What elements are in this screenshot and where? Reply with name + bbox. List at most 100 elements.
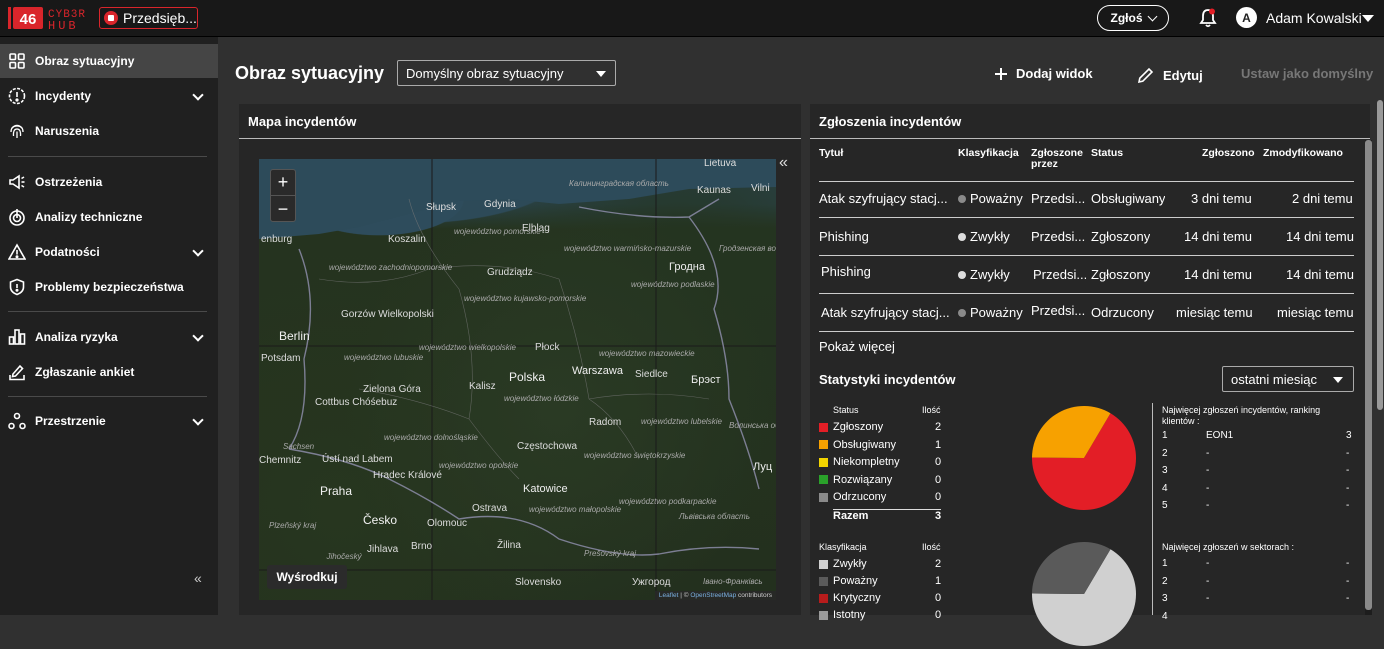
- incidents-scrollbar-thumb[interactable]: [1365, 140, 1372, 610]
- classification-label: Poważny: [970, 191, 1023, 206]
- ranking-name: -: [1206, 482, 1210, 494]
- sidebar-item-label: Analizy techniczne: [35, 210, 143, 224]
- legend-value: 0: [935, 473, 942, 486]
- ranking-value: 3: [1346, 430, 1352, 441]
- sidebar-collapse-icon[interactable]: «: [194, 570, 202, 586]
- status-pie-chart: [1032, 406, 1136, 510]
- legend-label: Istotny: [833, 609, 866, 621]
- column-header-title[interactable]: Tytuł: [819, 148, 843, 159]
- sidebar-item-vulnerabilities[interactable]: Podatności: [0, 235, 218, 269]
- zoom-in-button[interactable]: +: [271, 170, 295, 196]
- incident-map[interactable]: Lietuva Kaunas Vilni Калининградская обл…: [259, 159, 776, 600]
- map-label: Ostrava: [472, 503, 508, 514]
- map-label: Siedlce: [635, 369, 668, 380]
- map-label: województwo mazowieckie: [599, 349, 695, 358]
- period-select[interactable]: ostatni miesiąc: [1222, 366, 1354, 392]
- sidebar-item-surveys[interactable]: Zgłaszanie ankiet: [0, 355, 218, 389]
- ranking-position: 1: [1162, 558, 1168, 569]
- ranking-value: -: [1346, 482, 1350, 494]
- openstreetmap-link[interactable]: OpenStreetMap: [690, 592, 736, 599]
- incident-modified: miesiąc temu: [1277, 305, 1354, 320]
- cyberhub-logo[interactable]: 46 CYB3R HUB: [6, 5, 94, 33]
- column-header-modified[interactable]: Zmodyfikowano: [1263, 148, 1343, 159]
- incident-title[interactable]: Phishing: [819, 229, 951, 244]
- legend-label: Poważny: [833, 575, 878, 587]
- status-total-value: 3: [935, 510, 942, 522]
- sidebar-item-technical-analyses[interactable]: Analizy techniczne: [0, 200, 218, 234]
- map-label: Львівська область: [679, 512, 750, 521]
- incident-modified: 14 dni temu: [1286, 229, 1354, 244]
- user-menu-caret-icon[interactable]: [1362, 15, 1374, 22]
- report-dropdown-button[interactable]: Zgłoś: [1097, 5, 1169, 31]
- map-label: Słupsk: [426, 202, 457, 213]
- chevron-down-icon[interactable]: [192, 89, 204, 101]
- classification-dot: [958, 232, 966, 241]
- incident-reported: 14 dni temu: [1184, 229, 1252, 244]
- user-avatar[interactable]: A: [1236, 7, 1257, 28]
- organization-switcher-button[interactable]: Przedsięb...: [99, 7, 198, 29]
- chevron-down-icon[interactable]: [192, 414, 204, 426]
- column-header-status[interactable]: Status: [1091, 148, 1123, 159]
- sidebar-item-situational-picture[interactable]: Obraz sytuacyjny: [0, 44, 218, 78]
- notifications-bell-icon[interactable]: [1199, 8, 1217, 28]
- view-select[interactable]: Domyślny obraz sytuacyjny: [397, 60, 616, 86]
- user-name[interactable]: Adam Kowalski: [1266, 10, 1362, 26]
- map-label: Калининградская область: [569, 179, 669, 188]
- sidebar-item-spaces[interactable]: Przestrzenie: [0, 404, 218, 438]
- page-scrollbar-thumb[interactable]: [1377, 100, 1383, 410]
- legend-swatch: [819, 440, 828, 449]
- incident-reporter: Przedsi...: [1031, 303, 1086, 318]
- map-label: Брэст: [691, 374, 721, 386]
- sidebar-item-risk-analysis[interactable]: Analiza ryzyka: [0, 320, 218, 354]
- incident-title[interactable]: Atak szyfrujący stacj...: [821, 305, 951, 320]
- incident-title[interactable]: Atak szyfrujący stacj...: [819, 191, 951, 206]
- chevron-down-icon[interactable]: [192, 245, 204, 257]
- map-label: Potsdam: [261, 353, 301, 364]
- sidebar-item-warnings[interactable]: Ostrzeżenia: [0, 165, 218, 199]
- map-label: Lietuva: [704, 159, 737, 169]
- alert-circle-icon: [8, 87, 26, 105]
- zoom-out-button[interactable]: −: [271, 196, 295, 222]
- ranking-value: -: [1346, 575, 1350, 587]
- map-label: Katowice: [523, 483, 568, 495]
- sidebar-item-label: Zgłaszanie ankiet: [35, 365, 135, 379]
- chevron-down-icon[interactable]: [192, 330, 204, 342]
- ranking-name: -: [1206, 593, 1210, 604]
- sidebar-item-breaches[interactable]: Naruszenia: [0, 114, 218, 148]
- leaflet-link[interactable]: Leaflet: [659, 592, 679, 599]
- sidebar-item-security-problems[interactable]: Problemy bezpieczeństwa: [0, 270, 218, 304]
- fingerprint-icon: [8, 122, 26, 140]
- sidebar-item-label: Ostrzeżenia: [35, 175, 103, 189]
- column-header-reported-by[interactable]: Zgłoszone przez: [1031, 148, 1089, 170]
- incident-reported: miesiąc temu: [1176, 305, 1253, 320]
- incident-title[interactable]: Phishing: [821, 264, 951, 279]
- status-count-header: Ilość: [922, 405, 941, 415]
- set-default-button[interactable]: Ustaw jako domyślny: [1241, 66, 1373, 81]
- legend-label: Niekompletny: [833, 456, 900, 468]
- legend-swatch: [819, 610, 828, 620]
- map-label: Radom: [589, 417, 622, 428]
- show-more-link[interactable]: Pokaż więcej: [819, 339, 895, 354]
- legend-swatch: [819, 559, 828, 569]
- edit-button[interactable]: Edytuj: [1137, 66, 1203, 84]
- legend-value: 0: [935, 592, 942, 604]
- center-map-button[interactable]: Wyśrodkuj: [267, 565, 347, 589]
- legend-value: 0: [935, 609, 942, 621]
- table-row-divider: [819, 217, 1354, 218]
- legend-value: 1: [935, 575, 942, 587]
- incident-status: Zgłoszony: [1091, 229, 1151, 244]
- sidebar-item-incidents[interactable]: Incydenty: [0, 79, 218, 113]
- column-header-classification[interactable]: Klasyfikacja: [958, 148, 1019, 159]
- status-legend-item: Odrzucony: [819, 491, 886, 503]
- map-label: województwo lubelskie: [641, 417, 722, 426]
- add-view-button[interactable]: Dodaj widok: [994, 66, 1093, 81]
- plus-icon: [995, 67, 1007, 80]
- map-label: Polska: [509, 370, 546, 384]
- ranking-position: 1: [1162, 430, 1168, 441]
- logo-text-bottom: HUB: [48, 19, 79, 31]
- column-header-reported[interactable]: Zgłoszono: [1202, 148, 1255, 159]
- map-label: Gdynia: [484, 199, 516, 210]
- map-label: Płock: [535, 342, 560, 353]
- map-label: Česko: [363, 513, 398, 527]
- map-collapse-icon[interactable]: «: [779, 154, 788, 172]
